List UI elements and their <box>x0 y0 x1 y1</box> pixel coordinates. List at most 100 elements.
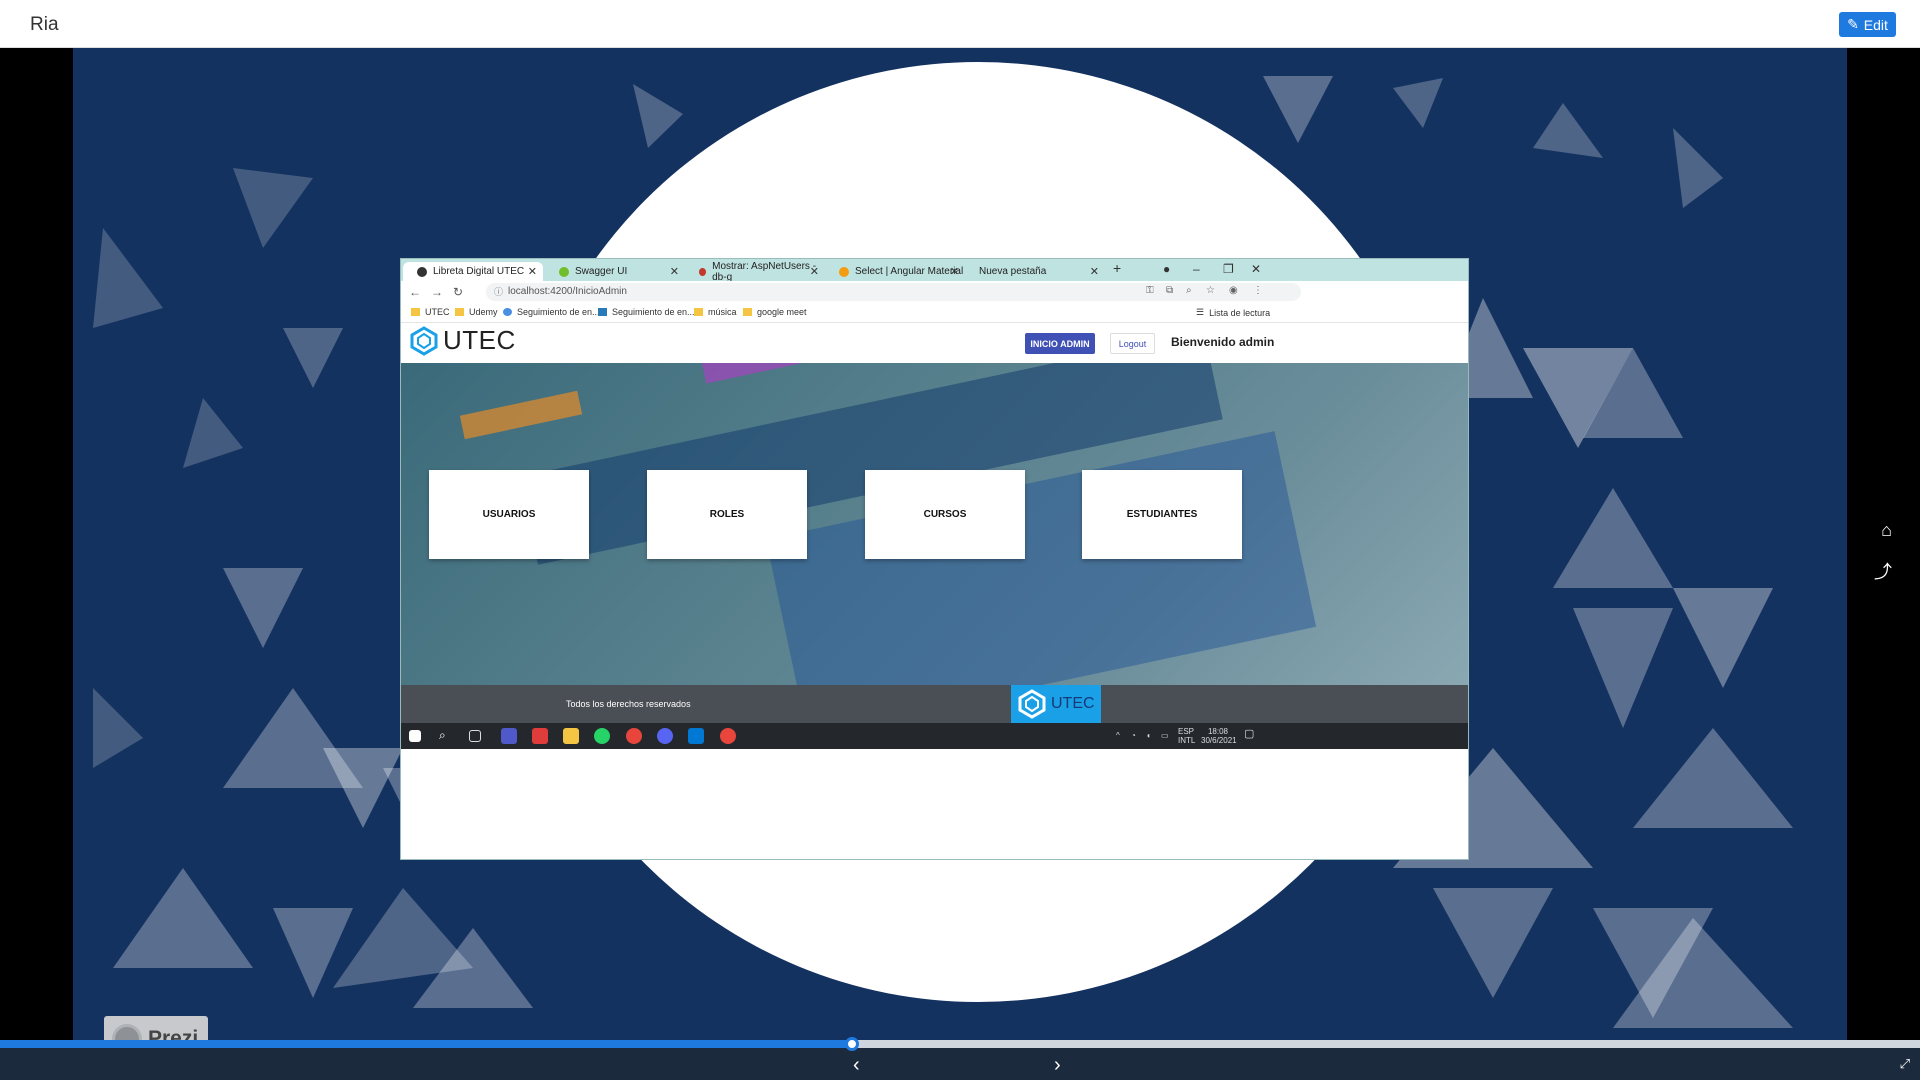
discord-icon[interactable] <box>657 728 673 744</box>
browser-tab-swagger[interactable]: Swagger UI ✕ <box>545 262 685 281</box>
top-bar: Ria ✎ Edit <box>0 0 1920 48</box>
tab-label: Mostrar: AspNetUsers - db-g <box>712 260 817 283</box>
tab-label: Nueva pestaña <box>979 266 1047 277</box>
card-cursos[interactable]: CURSOS <box>865 470 1025 559</box>
clock-time: 18:08 <box>1207 727 1229 736</box>
inicio-admin-button[interactable]: INICIO ADMIN <box>1025 333 1095 354</box>
info-icon: ⓘ <box>494 287 504 297</box>
bookmark-musica[interactable]: música <box>694 307 737 317</box>
angular-icon <box>417 266 427 277</box>
bookmark-label: google meet <box>757 307 807 317</box>
folder-icon <box>743 308 752 316</box>
folder-icon <box>455 308 464 316</box>
key-icon[interactable]: ⚿ <box>1146 285 1154 296</box>
card-usuarios[interactable]: USUARIOS <box>429 470 589 559</box>
avatar-icon[interactable]: ◉ <box>1229 285 1238 296</box>
url-text: localhost:4200/InicioAdmin <box>508 286 627 297</box>
reload-icon[interactable]: ↻ <box>453 285 463 299</box>
folder-icon <box>411 308 420 316</box>
restore-icon[interactable]: ❐ <box>1223 262 1234 276</box>
bookmark-label: Udemy <box>469 307 498 317</box>
browser-tab-strip: Libreta Digital UTEC ✕ Swagger UI ✕ Most… <box>401 259 1468 283</box>
minimize-icon[interactable]: – <box>1193 262 1200 276</box>
bookmark-seguimiento-1[interactable]: Seguimiento de en... <box>503 307 600 317</box>
reading-list-label: Lista de lectura <box>1209 307 1271 318</box>
translate-icon[interactable]: ⧉ <box>1166 285 1173 296</box>
close-icon[interactable]: ✕ <box>950 265 959 278</box>
bookmark-udemy[interactable]: Udemy <box>455 307 498 317</box>
fullscreen-icon[interactable]: ⤢ <box>1900 1056 1910 1072</box>
reading-list[interactable]: ☰ Lista de lectura <box>1196 307 1270 318</box>
anydesk-icon[interactable] <box>532 728 548 744</box>
clock[interactable]: 18:08 30/6/2021 <box>1201 727 1237 745</box>
progress-fill <box>0 1040 853 1048</box>
forward-icon[interactable]: → <box>431 285 443 299</box>
windows-start-icon[interactable] <box>409 730 421 742</box>
swagger-icon <box>559 266 569 277</box>
profile-icon[interactable]: ● <box>1163 262 1170 276</box>
volume-icon[interactable]: ◖ <box>1146 731 1151 740</box>
teams-icon[interactable] <box>501 728 517 744</box>
close-icon[interactable]: ✕ <box>1090 265 1099 278</box>
star-icon[interactable]: ☆ <box>1206 285 1215 296</box>
logout-button[interactable]: Logout <box>1110 333 1155 354</box>
card-roles[interactable]: ROLES <box>647 470 807 559</box>
chrome-icon[interactable] <box>626 728 642 744</box>
tab-label: Libreta Digital UTEC <box>433 266 525 277</box>
vscode-icon[interactable] <box>688 728 704 744</box>
new-tab-icon[interactable]: + <box>1113 260 1121 276</box>
bookmark-label: UTEC <box>425 307 450 317</box>
zoom-icon[interactable]: ⌕ <box>1186 285 1192 296</box>
bookmark-utec[interactable]: UTEC <box>411 307 450 317</box>
tab-label: Select | Angular Material <box>855 266 964 277</box>
footer-logo: UTEC <box>1011 685 1101 723</box>
overview-button[interactable]: ⤴ <box>1874 558 1892 584</box>
app-header: UTEC INICIO ADMIN Logout Bienvenido admi… <box>401 323 1468 363</box>
welcome-text: Bienvenido admin <box>1171 335 1275 349</box>
browser-tab-select[interactable]: Select | Angular Material ✕ <box>825 262 965 281</box>
progress-bar[interactable] <box>0 1037 1920 1051</box>
network-icon[interactable]: ◔ <box>1131 731 1136 740</box>
bookmark-seguimiento-2[interactable]: Seguimiento de en... <box>598 307 695 317</box>
close-window-icon[interactable]: ✕ <box>1251 262 1261 276</box>
hero-background: USUARIOS ROLES CURSOS ESTUDIANTES <box>401 363 1468 685</box>
tray-chevron-icon[interactable]: ^ <box>1116 731 1120 740</box>
chrome-icon[interactable] <box>720 728 736 744</box>
menu-icon[interactable]: ⋮ <box>1253 285 1263 296</box>
footer-logo-text: UTEC <box>1051 695 1095 712</box>
home-button[interactable]: ⌂ <box>1881 520 1892 541</box>
edit-button[interactable]: ✎ Edit <box>1839 12 1896 37</box>
previous-icon[interactable]: ‹ <box>853 1054 860 1077</box>
whatsapp-icon[interactable] <box>594 728 610 744</box>
bookmarks-bar: UTEC Udemy Seguimiento de en... Seguimie… <box>401 303 1468 323</box>
close-icon[interactable]: ✕ <box>810 265 819 278</box>
next-icon[interactable]: › <box>1054 1054 1061 1077</box>
search-icon[interactable]: ⌕ <box>439 728 455 744</box>
bookmark-google-meet[interactable]: google meet <box>743 307 807 317</box>
hero-shape <box>700 363 902 384</box>
notification-icon[interactable]: ▢ <box>1244 729 1254 740</box>
utec-logo-icon <box>1018 689 1046 719</box>
url-input[interactable]: ⓘ localhost:4200/InicioAdmin <box>486 283 1301 301</box>
globe-icon <box>503 308 512 316</box>
browser-tab-mostrar[interactable]: Mostrar: AspNetUsers - db-g ✕ <box>685 260 825 283</box>
browser-tab-libreta[interactable]: Libreta Digital UTEC ✕ <box>403 262 543 281</box>
battery-icon[interactable]: ▭ <box>1161 731 1169 740</box>
home-icon: ⌂ <box>1881 520 1892 540</box>
file-explorer-icon[interactable] <box>563 728 579 744</box>
utec-logo[interactable]: UTEC <box>409 325 516 356</box>
language-indicator[interactable]: ESP INTL <box>1178 727 1195 745</box>
close-icon[interactable]: ✕ <box>670 265 679 278</box>
back-icon[interactable]: ← <box>409 285 421 299</box>
close-icon[interactable]: ✕ <box>528 265 537 278</box>
card-estudiantes[interactable]: ESTUDIANTES <box>1082 470 1242 559</box>
task-view-icon[interactable] <box>469 730 481 742</box>
progress-knob[interactable] <box>845 1037 860 1051</box>
bookmark-label: Seguimiento de en... <box>612 307 695 317</box>
bookmark-label: música <box>708 307 737 317</box>
windows-taskbar: ⌕ ^ ◔ ◖ ▭ ESP INTL 18:08 30/6/2021 ▢ <box>401 723 1468 749</box>
browser-tab-nueva[interactable]: Nueva pestaña ✕ <box>965 262 1105 281</box>
reading-list-icon: ☰ <box>1196 307 1205 317</box>
slide-canvas: Libreta Digital UTEC ✕ Swagger UI ✕ Most… <box>73 48 1847 1040</box>
presentation-title: Ria <box>30 14 59 35</box>
